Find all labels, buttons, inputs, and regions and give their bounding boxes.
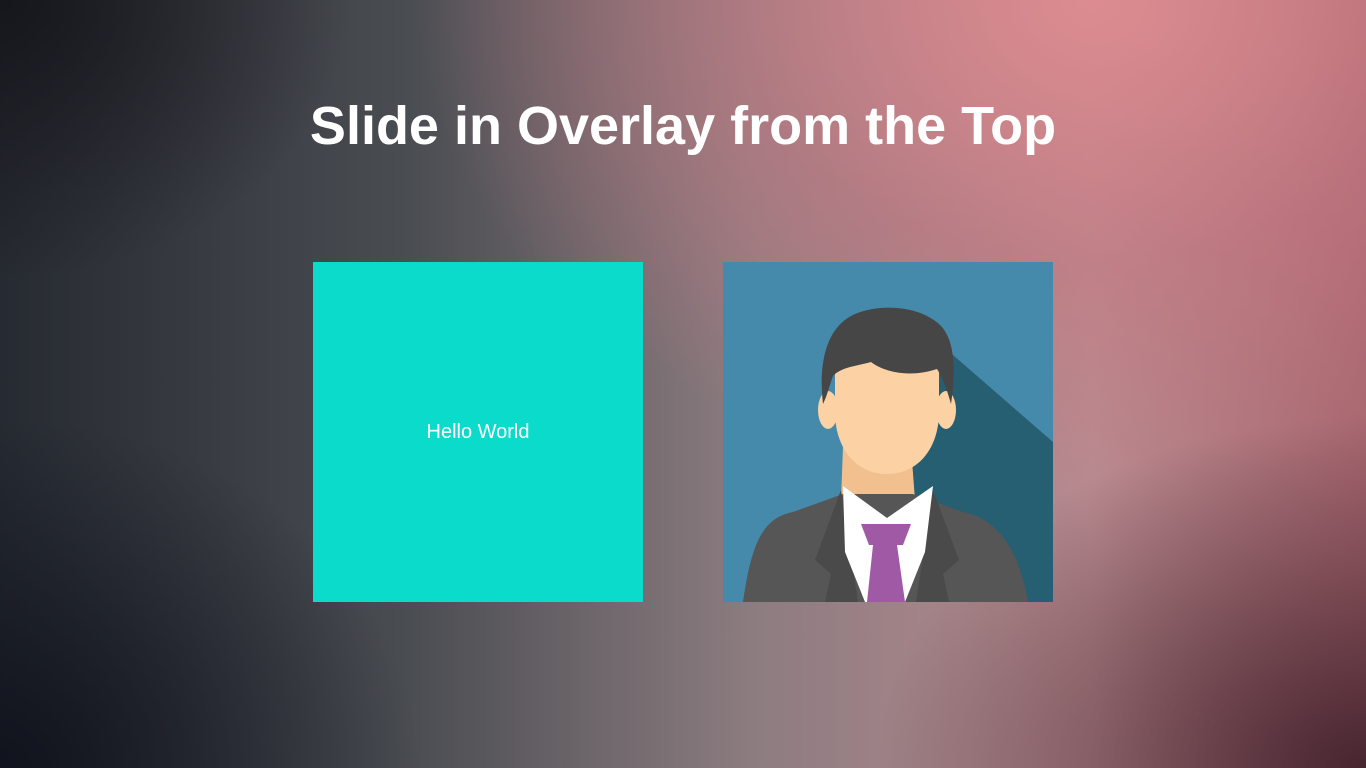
avatar-tie-knot [861,524,911,545]
businessman-avatar-icon [743,307,1053,602]
page-title: Slide in Overlay from the Top [309,96,1057,156]
avatar-card[interactable] [723,262,1053,602]
hello-world-card[interactable]: Hello World [313,262,643,602]
card-text-label: Hello World [426,420,530,443]
